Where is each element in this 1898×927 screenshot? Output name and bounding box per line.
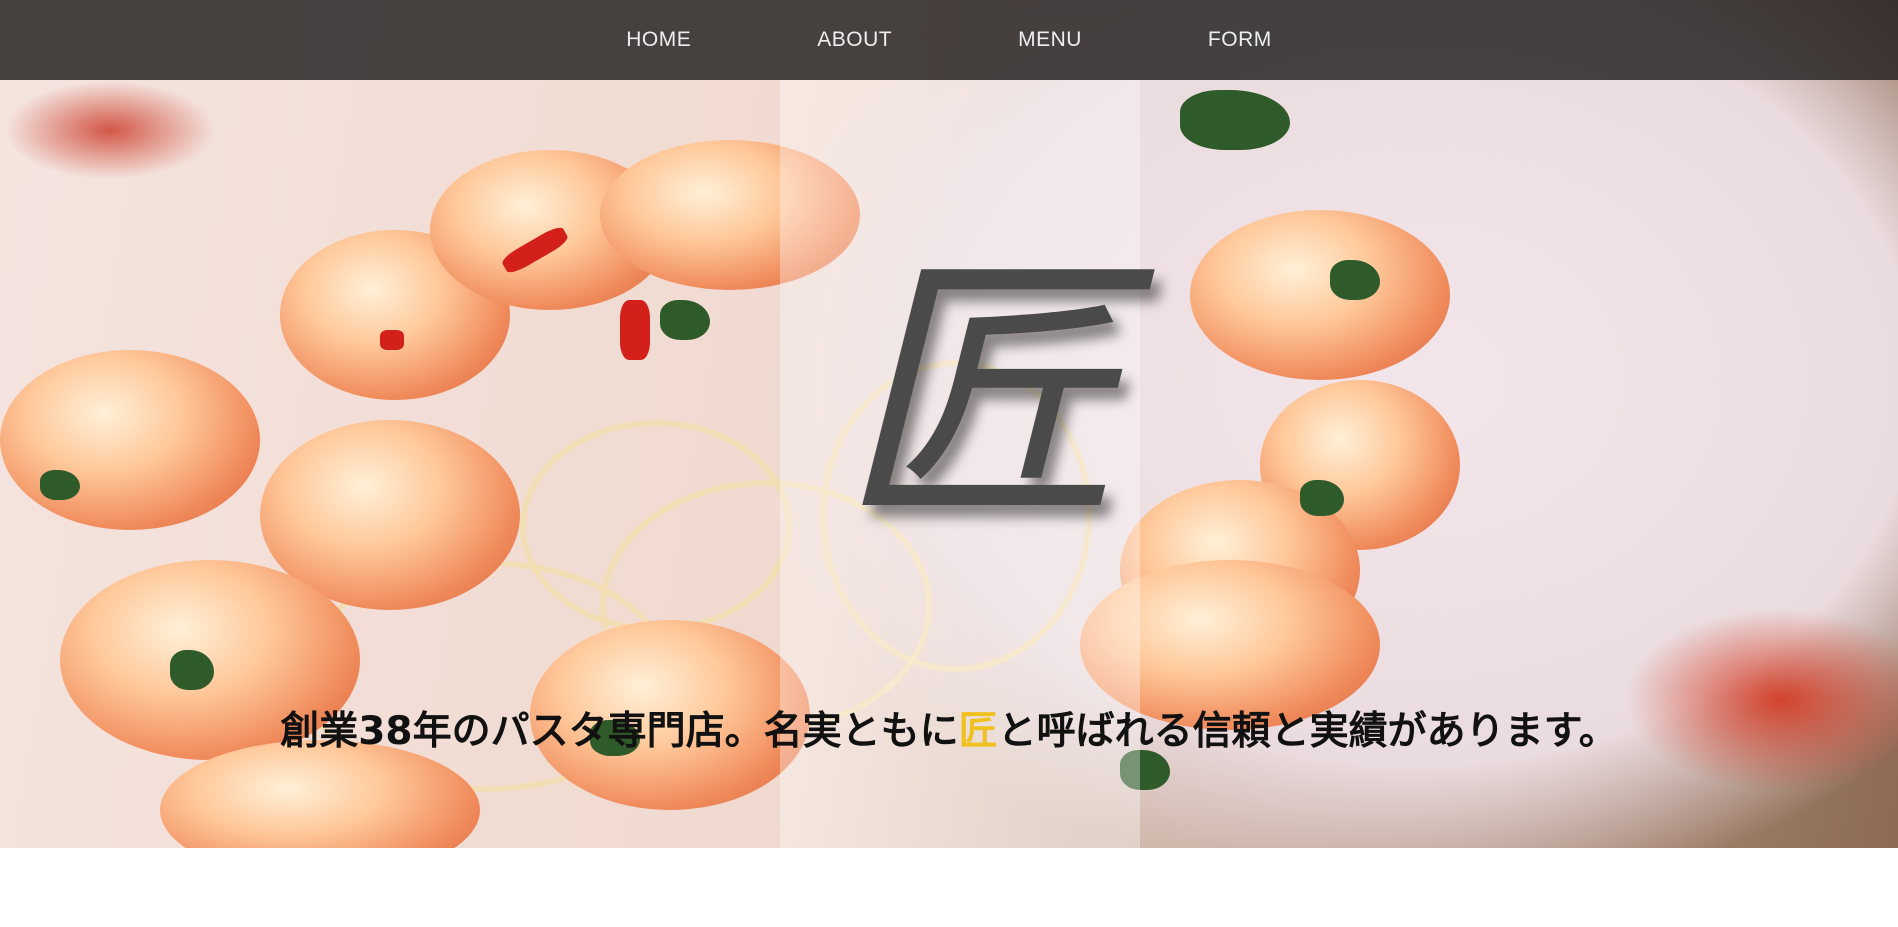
herb — [40, 470, 80, 500]
chili-pepper — [620, 300, 650, 360]
chili-pepper — [380, 330, 404, 350]
herb — [170, 650, 214, 690]
herb — [1300, 480, 1344, 516]
nav-menu-link[interactable]: MENU — [1018, 28, 1082, 52]
tagline-text-before: 創業38年のパスタ専門店。名実ともに — [280, 709, 959, 754]
logo-mark: 匠 — [840, 232, 1120, 558]
herb — [1330, 260, 1380, 300]
tagline-text-after: と呼ばれる信頼と実績があります。 — [997, 709, 1618, 754]
nav-about-link[interactable]: ABOUT — [817, 28, 892, 52]
tagline: 創業38年のパスタ専門店。名実ともに匠と呼ばれる信頼と実績があります。 — [0, 700, 1898, 756]
hero-image: 匠 創業38年のパスタ専門店。名実ともに匠と呼ばれる信頼と実績があります。 — [0, 0, 1898, 848]
tagline-highlight: 匠 — [958, 709, 998, 754]
shrimp — [0, 350, 260, 530]
herb — [1180, 90, 1290, 150]
page: 匠 創業38年のパスタ専門店。名実ともに匠と呼ばれる信頼と実績があります。 HO… — [0, 0, 1898, 927]
herb — [660, 300, 710, 340]
top-navbar: HOME ABOUT MENU FORM — [0, 0, 1898, 80]
nav-home-link[interactable]: HOME — [626, 28, 691, 52]
shrimp — [1190, 210, 1450, 380]
nav-form-link[interactable]: FORM — [1208, 28, 1272, 52]
